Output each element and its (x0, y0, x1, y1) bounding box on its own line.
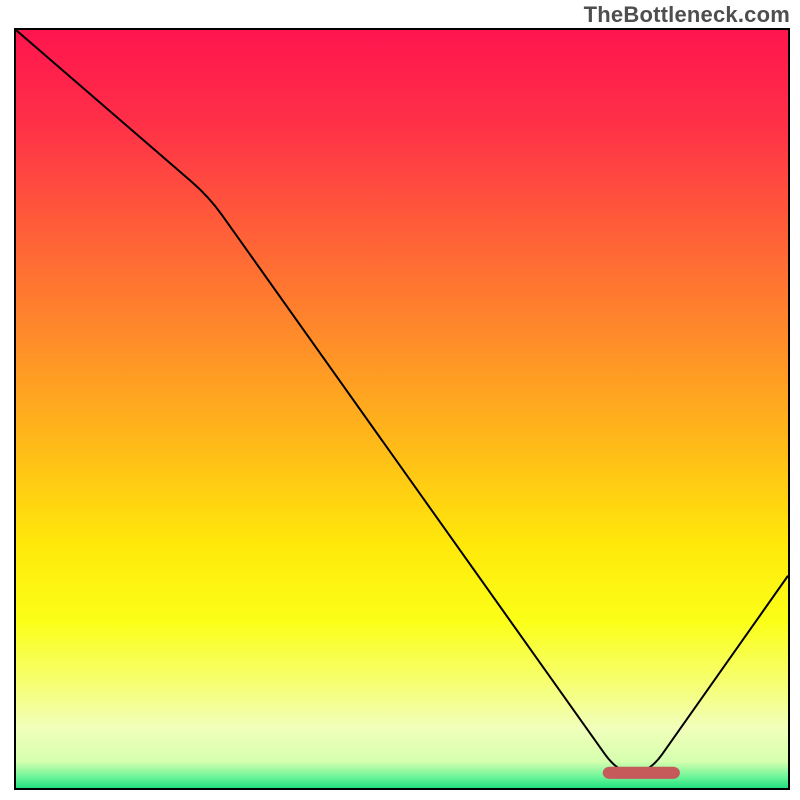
chart-svg (16, 30, 788, 788)
watermark-text: TheBottleneck.com (584, 2, 790, 28)
chart-plot-area (14, 28, 790, 790)
chart-background (16, 30, 788, 788)
stage: TheBottleneck.com (0, 0, 800, 800)
optimal-range-marker (603, 767, 680, 779)
